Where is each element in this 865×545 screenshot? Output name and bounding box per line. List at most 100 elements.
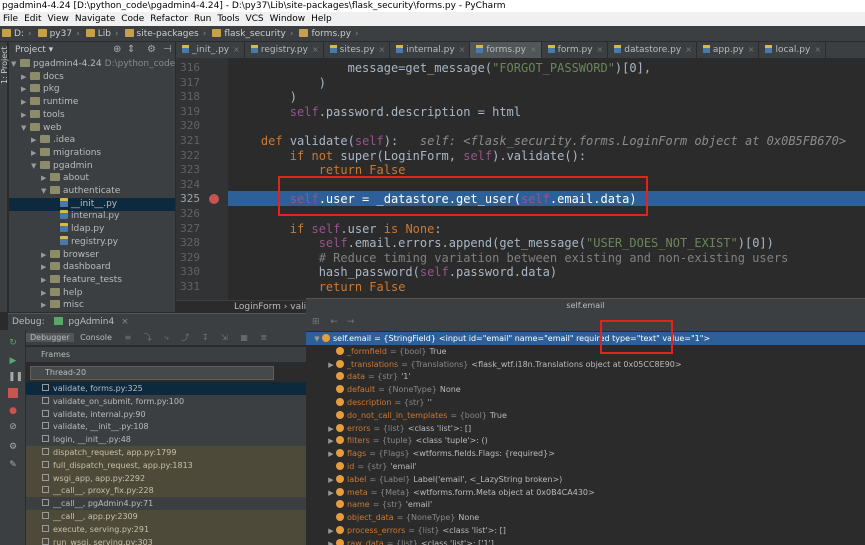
variable-row[interactable]: ▶ errors = {list} <class 'list'>: [] (306, 422, 865, 435)
settings-icon[interactable]: ⚙ (8, 442, 18, 452)
breakpoint-icon[interactable] (209, 194, 219, 204)
pin-icon[interactable]: ✎ (8, 460, 18, 470)
chevron-right-icon[interactable]: ▶ (41, 172, 50, 185)
tree-folder[interactable]: ▶ tools (9, 109, 65, 122)
tab-formpy[interactable]: form.py × (542, 42, 609, 58)
frame-item[interactable]: validate, internal.py:90 (26, 408, 306, 421)
menu-tools[interactable]: Tools (214, 12, 242, 26)
gear-icon[interactable]: ⚙ (147, 42, 156, 58)
frame-item[interactable]: login, __init__.py:48 (26, 433, 306, 446)
close-icon[interactable]: × (379, 45, 386, 54)
frame-item[interactable]: __call__, app.py:2309 (26, 510, 306, 523)
frame-item[interactable]: full_dispatch_request, app.py:1813 (26, 458, 306, 472)
frame-item[interactable]: dispatch_request, app.py:1799 (26, 446, 306, 459)
tree-folder[interactable]: ▶ migrations (9, 147, 101, 160)
close-icon[interactable]: × (233, 45, 240, 54)
variable-row[interactable]: id = {str}'email' (306, 460, 865, 473)
menu-vcs[interactable]: VCS (242, 12, 266, 26)
tree-file[interactable]: registry.py (9, 235, 118, 249)
tree-folder[interactable]: ▶ misc (9, 299, 84, 312)
frame-item[interactable]: wsgi_app, app.py:2292 (26, 471, 306, 485)
tree-folder[interactable]: ▶ help (9, 287, 82, 300)
step-icons[interactable]: ≡ ⤵ ⤷ ⤴ ↧ ⇲ ▦ ≣ (124, 333, 272, 342)
menu-refactor[interactable]: Refactor (147, 12, 191, 26)
frame-item[interactable]: validate, __init__.py:108 (26, 420, 306, 433)
forward-icon[interactable]: → (347, 317, 355, 327)
debug-config[interactable]: pgAdmin4 (68, 317, 114, 327)
menu-run[interactable]: Run (191, 12, 214, 26)
chevron-right-icon[interactable]: ▶ (326, 538, 336, 545)
view-breakpoints-icon[interactable]: ● (8, 406, 18, 416)
tab-apppy[interactable]: app.py × (697, 42, 760, 58)
variable-row[interactable]: default = {NoneType} None (306, 383, 865, 396)
chevron-right-icon[interactable]: ▶ (41, 299, 50, 312)
chevron-right-icon[interactable]: ▶ (41, 261, 50, 274)
chevron-right-icon[interactable]: ▶ (21, 96, 30, 109)
stop-icon[interactable] (8, 388, 18, 398)
menu-edit[interactable]: Edit (21, 12, 44, 26)
tab-console[interactable]: Console (76, 333, 116, 342)
variable-row[interactable]: data = {str} '1' (306, 370, 865, 383)
variable-row[interactable]: ▶ _translations = {Translations} <flask_wtf… (306, 358, 865, 371)
close-icon[interactable]: × (748, 45, 755, 54)
resume-icon[interactable]: ▶ (8, 356, 18, 366)
globe-icon[interactable]: ⊕ (113, 42, 121, 58)
close-icon[interactable]: × (530, 45, 537, 54)
variable-row[interactable]: ▶ flags = {Flags} <wtforms.fields.Flags: {r… (306, 447, 865, 460)
close-icon[interactable]: × (685, 45, 692, 54)
menu-window[interactable]: Window (267, 12, 309, 26)
variable-row[interactable]: ▶ filters = {tuple} <class 'tuple'>: () (306, 434, 865, 447)
tree-file[interactable]: internal.py (9, 210, 119, 223)
rerun-icon[interactable]: ↻ (8, 338, 18, 348)
chevron-down-icon[interactable]: ▼ (11, 58, 20, 71)
project-strip-label[interactable]: 1: Project (0, 46, 9, 84)
menu-view[interactable]: View (45, 12, 72, 26)
chevron-right-icon[interactable]: ▶ (41, 274, 50, 287)
tree-folder[interactable]: ▶ .idea (9, 134, 75, 147)
project-dropdown[interactable]: ▾ (49, 45, 54, 55)
variable-row[interactable]: ▶ label = {Label} Label('email', <_LazyStri… (306, 473, 865, 486)
chevron-right-icon[interactable]: ▶ (21, 71, 30, 84)
tree-folder[interactable]: ▼ authenticate (9, 185, 120, 198)
breadcrumb-item[interactable]: Lib › (84, 26, 123, 42)
tab-initpy[interactable]: _init_.py × (176, 42, 245, 58)
chevron-down-icon[interactable]: ▼ (41, 185, 50, 198)
tree-folder[interactable]: ▼ pgadmin4-4.24D:\python_code\pgadm (9, 58, 175, 71)
frame-item[interactable]: __call__, pgAdmin4.py:71 (26, 497, 306, 510)
variable-row[interactable]: description = {str} '' (306, 396, 865, 409)
tree-folder[interactable]: ▼ web (9, 122, 62, 135)
close-icon[interactable]: × (121, 317, 129, 327)
variable-row[interactable]: do_not_call_in_templates = {bool} True (306, 409, 865, 422)
pause-icon[interactable]: ❚❚ (8, 372, 23, 382)
breadcrumb-item[interactable]: forms.py › (297, 26, 362, 42)
chevron-right-icon[interactable]: ▶ (21, 83, 30, 96)
tab-debugger[interactable]: Debugger (26, 333, 74, 342)
chevron-right-icon[interactable]: ▶ (41, 249, 50, 262)
variable-row[interactable]: name = {str}'email' (306, 498, 865, 511)
breadcrumb-item[interactable]: flask_security › (210, 26, 297, 42)
menu-file[interactable]: File (0, 12, 21, 26)
frame-item[interactable]: execute, serving.py:291 (26, 522, 306, 536)
breadcrumb-item[interactable]: py37 › (36, 26, 84, 42)
tree-folder[interactable]: ▶ runtime (9, 96, 78, 109)
variable-row[interactable]: ▶ process_errors = {list} <class 'list'>: [… (306, 524, 865, 537)
chevron-right-icon[interactable]: ▶ (31, 134, 40, 147)
frame-item[interactable]: validate, forms.py:325 (26, 382, 306, 395)
project-label[interactable]: Project (15, 45, 46, 55)
tree-folder[interactable]: ▶ pkg (9, 83, 60, 96)
tree-folder[interactable]: ▶ docs (9, 71, 64, 84)
chevron-down-icon[interactable]: ▼ (21, 122, 30, 135)
chevron-down-icon[interactable]: ▼ (31, 160, 40, 173)
chevron-right-icon[interactable]: ▶ (31, 147, 40, 160)
add-watch-icon[interactable]: ⊞ (312, 317, 320, 327)
mute-breakpoints-icon[interactable]: ⊘ (8, 422, 18, 432)
tree-file[interactable]: ldap.py (9, 223, 104, 236)
chevron-right-icon[interactable]: ▶ (41, 287, 50, 300)
breadcrumb-item[interactable]: D: › (0, 26, 36, 42)
tree-folder[interactable]: ▶ about (9, 172, 89, 185)
frame-item[interactable]: validate_on_submit, form.py:100 (26, 395, 306, 408)
hide-icon[interactable]: ⊣ (163, 42, 172, 58)
close-icon[interactable]: × (814, 45, 821, 54)
tree-folder[interactable]: ▶ dashboard (9, 261, 111, 274)
variable-row[interactable]: ▼ self.email = {StringField} <input id="ema… (306, 332, 865, 345)
